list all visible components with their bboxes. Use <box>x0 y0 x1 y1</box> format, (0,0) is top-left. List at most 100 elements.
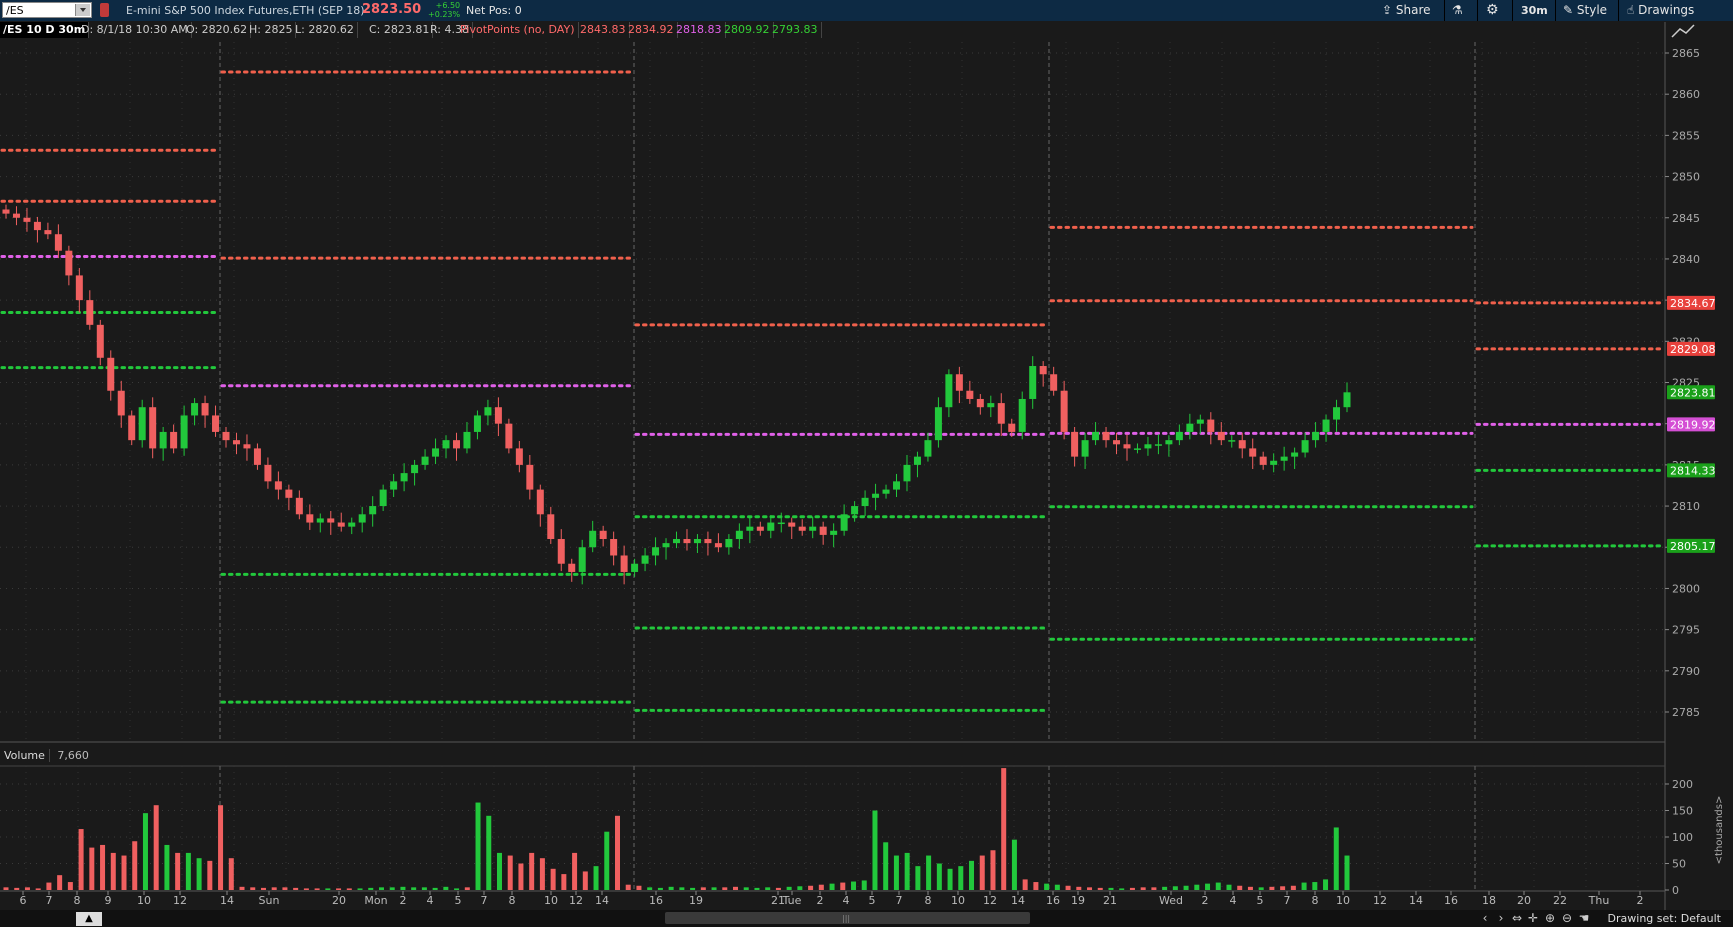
volume-tick-label: 150 <box>1672 805 1693 818</box>
candle-body <box>882 489 890 494</box>
candle-body <box>746 526 754 531</box>
volume-bar <box>110 852 116 890</box>
candle-body <box>432 448 440 457</box>
candle-body <box>1175 431 1183 441</box>
candle-body <box>12 213 20 218</box>
candle-body <box>924 440 932 457</box>
candle-body <box>1071 431 1079 457</box>
price-panel <box>0 42 1665 741</box>
volume-bar <box>24 887 30 890</box>
candle-body <box>274 481 282 490</box>
price-bubble-label: 2814.33 <box>1670 464 1716 477</box>
candle-body <box>693 539 701 544</box>
drawing-set-label[interactable]: Drawing set: Default <box>1608 912 1721 925</box>
volume-bar <box>797 886 803 890</box>
volume-bar <box>722 887 728 890</box>
time-tick-label: 4 <box>843 894 850 907</box>
candle-body <box>390 481 398 490</box>
volume-unit-label: <thousands> <box>1714 796 1725 865</box>
volume-bar <box>1001 768 1007 890</box>
price-tick-label: 2800 <box>1672 582 1700 595</box>
volume-bar <box>926 855 932 890</box>
candle-body <box>851 506 859 515</box>
volume-bar <box>775 887 781 890</box>
volume-bar <box>539 858 545 890</box>
candle-body <box>107 357 115 391</box>
candle-body <box>170 431 178 449</box>
pan-left-icon[interactable]: ‹ <box>1478 911 1492 925</box>
time-tick-label: Mon <box>364 894 387 907</box>
candle-body <box>714 543 722 548</box>
candle-body <box>756 526 764 531</box>
volume-bar <box>625 884 631 890</box>
time-tick-label: 14 <box>220 894 234 907</box>
price-tick-label: 2865 <box>1672 47 1700 60</box>
scroll-grip-icon[interactable]: ||| <box>842 914 854 923</box>
volume-bar <box>443 886 449 890</box>
time-tick-label: 5 <box>455 894 462 907</box>
candle-body <box>1343 392 1351 408</box>
candle-body <box>253 448 261 465</box>
time-tick-label: 12 <box>983 894 997 907</box>
candle-body <box>620 555 628 572</box>
volume-bar <box>1087 887 1093 890</box>
volume-bar <box>228 858 234 890</box>
volume-bar <box>207 860 213 890</box>
volume-bar <box>969 860 975 890</box>
volume-bar <box>733 886 739 890</box>
volume-bar <box>260 887 266 890</box>
volume-bar <box>175 852 181 890</box>
volume-bar <box>1258 887 1264 890</box>
candle-body <box>54 234 62 251</box>
candle-body <box>180 415 188 449</box>
volume-bar <box>979 855 985 890</box>
time-tick-label: 19 <box>1071 894 1085 907</box>
candle-body <box>369 506 377 515</box>
candle-body <box>589 530 597 548</box>
candle-body <box>494 407 502 424</box>
volume-bar <box>818 884 824 890</box>
candle-body <box>285 489 293 498</box>
hand-icon[interactable]: ☚ <box>1577 911 1591 925</box>
candle-body <box>683 539 691 544</box>
volume-bar <box>67 882 73 890</box>
candle-body <box>641 555 649 564</box>
volume-bar <box>1022 879 1028 890</box>
candle-body <box>1060 390 1068 432</box>
time-tick-label: 5 <box>869 894 876 907</box>
price-chart[interactable]: 2865286028552850284528402835283028252820… <box>0 0 1733 927</box>
time-tick-label: 10 <box>951 894 965 907</box>
candle-body <box>1238 440 1246 449</box>
volume-bar <box>1269 886 1275 890</box>
time-tick-label: 2 <box>400 894 407 907</box>
price-tick-label: 2795 <box>1672 624 1700 637</box>
volume-bar <box>947 868 953 890</box>
candle-body <box>599 530 607 540</box>
volume-bar <box>1344 855 1350 890</box>
pan-right-icon[interactable]: › <box>1494 911 1508 925</box>
time-tick-label: 12 <box>173 894 187 907</box>
volume-bar <box>529 852 535 890</box>
candle-body <box>411 464 419 474</box>
zoom-out-icon[interactable]: ⊖ <box>1560 911 1574 925</box>
candle-body <box>798 526 806 531</box>
volume-bar <box>57 875 63 890</box>
time-tick-label: 5 <box>1257 894 1264 907</box>
volume-bar <box>89 847 95 890</box>
candle-body <box>526 464 534 490</box>
candle-body <box>1259 456 1267 465</box>
volume-bar <box>679 887 685 890</box>
collapse-icon[interactable]: ▲ <box>76 912 102 926</box>
zoom-in-icon[interactable]: ⊕ <box>1543 911 1557 925</box>
time-tick-label: 14 <box>1011 894 1025 907</box>
price-tick-label: 2790 <box>1672 665 1700 678</box>
volume-bar <box>250 887 256 890</box>
volume-bar <box>883 842 889 890</box>
candle-body <box>1207 419 1215 432</box>
volume-bar <box>840 882 846 890</box>
candle-body <box>1113 440 1121 445</box>
candle-body <box>997 403 1005 424</box>
crosshair-icon[interactable]: ✛ <box>1526 911 1540 925</box>
volume-header: Volume 7,660 <box>0 747 93 765</box>
expand-icon[interactable]: ⇔ <box>1510 911 1524 925</box>
